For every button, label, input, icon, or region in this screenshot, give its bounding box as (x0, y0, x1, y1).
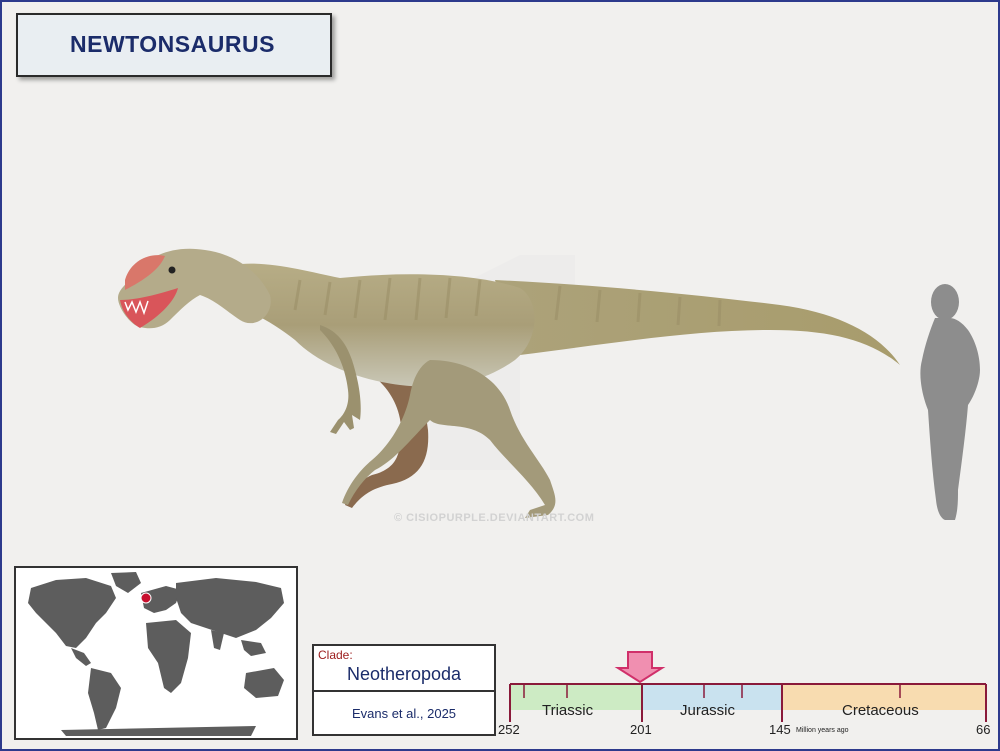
down-arrow-marker-icon (614, 651, 666, 684)
timeline-tick-66: 66 (976, 722, 991, 737)
clade-label: Clade: (318, 648, 353, 662)
world-map-icon (28, 572, 284, 736)
dinosaur-eye (168, 266, 176, 274)
timeline-tick-145: 145 (769, 722, 791, 737)
human-silhouette-icon (920, 284, 980, 520)
timeline-label-cretaceous: Cretaceous (842, 702, 919, 719)
world-map (14, 566, 298, 740)
timeline-label-jurassic: Jurassic (680, 702, 736, 719)
timeline-tick-201: 201 (630, 722, 652, 737)
watermark-text: © CISIOPURPLE.DEVIANTART.COM (394, 512, 595, 524)
timeline-label-triassic: Triassic (542, 702, 594, 719)
clade-box: Clade: Neotheropoda Evans et al., 2025 (312, 644, 496, 736)
timeline-tick-252: 252 (498, 722, 520, 737)
location-dot-icon (140, 592, 152, 604)
clade-reference: Evans et al., 2025 (351, 706, 457, 721)
clade-divider (314, 690, 494, 692)
timeline-unit: Million years ago (796, 727, 849, 734)
clade-value: Neotheropoda (346, 664, 462, 684)
